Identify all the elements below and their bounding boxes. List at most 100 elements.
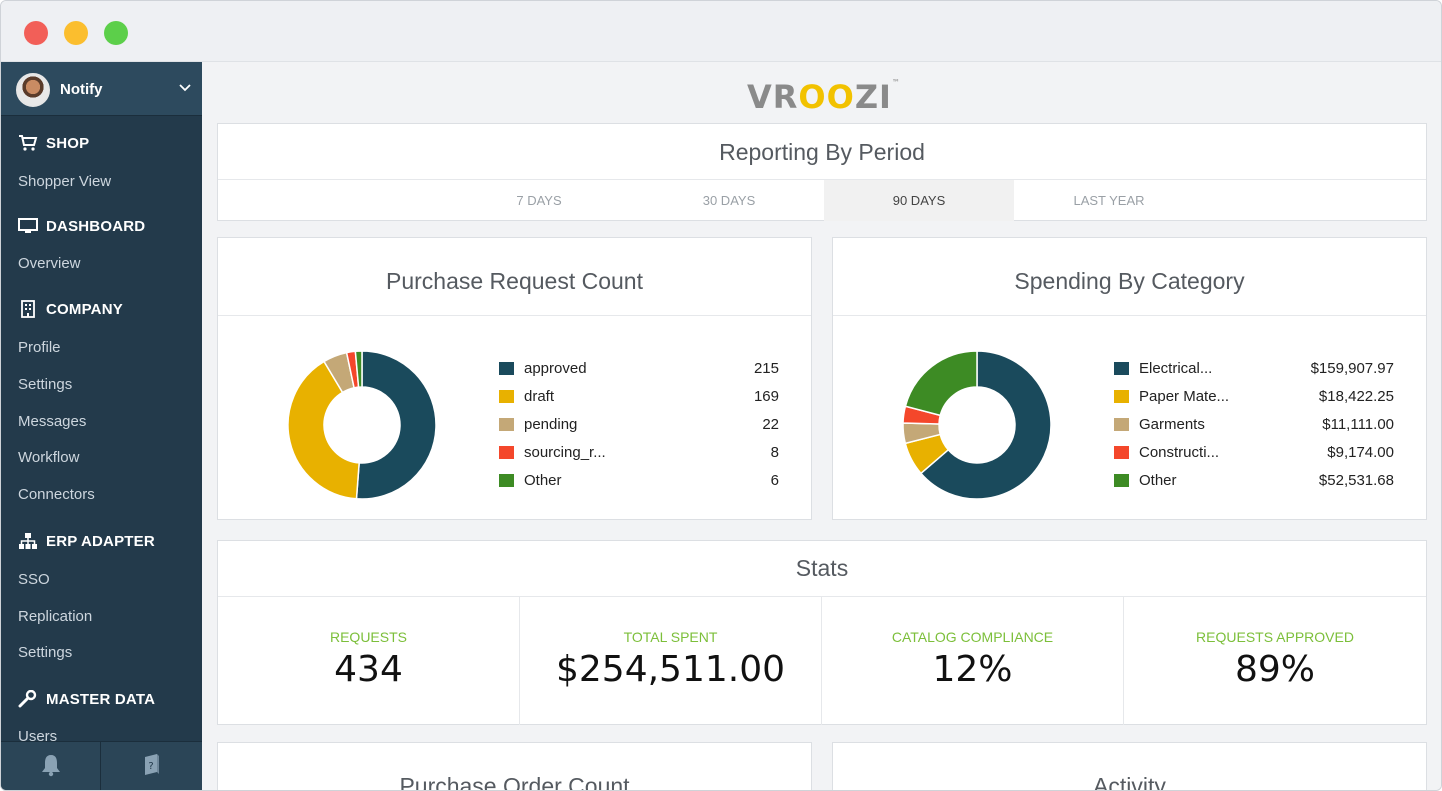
sidebar-item-shopper-view[interactable]: Shopper View [18,173,111,190]
legend-item[interactable]: sourcing_r... [499,444,606,461]
cart-icon [18,134,38,152]
legend-item[interactable]: Constructi... [1114,444,1219,461]
legend-value: $9,174.00 [1327,444,1394,461]
activity-title: Activity [1093,773,1166,791]
tab-90-days[interactable]: 90 DAYS [824,180,1014,221]
legend-swatch [1114,390,1129,403]
legend-swatch [1114,418,1129,431]
stat-requests-approved: REQUESTS APPROVED 89% [1124,597,1426,725]
sidebar-item-connectors[interactable]: Connectors [18,486,95,503]
legend-item[interactable]: Other [499,472,562,489]
tab-30-days[interactable]: 30 DAYS [634,180,824,221]
legend-label: pending [524,416,578,433]
legend-value: 215 [753,360,779,377]
sidebar: Notify SHOP Shopper View DASHBOARD Overv… [1,62,202,790]
avatar [16,73,50,107]
sidebar-section-label: ERP ADAPTER [46,532,155,550]
stat-value: 434 [334,649,403,690]
sidebar-section-dashboard[interactable]: DASHBOARD [18,217,145,235]
stat-catalog-compliance: CATALOG COMPLIANCE 12% [822,597,1124,725]
legend-swatch [499,418,514,431]
sidebar-section-erp-adapter[interactable]: ERP ADAPTER [18,532,155,550]
monitor-icon [18,217,38,235]
spending-donut-chart [902,350,1052,500]
legend-swatch [499,474,514,487]
svg-text:?: ? [148,761,153,772]
sidebar-section-master-data[interactable]: MASTER DATA [18,689,155,708]
tab-7-days[interactable]: 7 DAYS [444,180,634,221]
stat-value: 12% [932,649,1013,690]
stat-label: TOTAL SPENT [623,629,718,645]
legend-value: $11,111.00 [1322,416,1394,433]
legend-label: Paper Mate... [1139,388,1230,405]
sidebar-section-label: SHOP [46,134,90,152]
purchase-request-card: Purchase Request Count approved 215 draft 1… [217,237,812,520]
stat-requests: REQUESTS 434 [218,597,520,725]
sidebar-item-overview[interactable]: Overview [18,255,81,272]
sidebar-item-workflow[interactable]: Workflow [18,449,79,466]
tab-last-year[interactable]: LAST YEAR [1014,180,1204,221]
sidebar-item-settings[interactable]: Settings [18,376,72,393]
legend-item[interactable]: Paper Mate... [1114,388,1229,405]
sidebar-section-shop[interactable]: SHOP [18,134,89,152]
legend-label: Garments [1139,416,1205,433]
legend-item[interactable]: approved [499,360,587,377]
purchase-order-card: Purchase Order Count [217,742,812,790]
legend-label: sourcing_r... [524,444,606,461]
user-name: Notify [60,81,103,98]
purchase-request-title: Purchase Request Count [386,268,643,294]
notifications-button[interactable] [1,742,101,790]
sidebar-item-messages[interactable]: Messages [18,413,86,430]
legend-label: Electrical... [1139,360,1213,377]
legend-label: Other [1139,472,1177,489]
stat-label: REQUESTS APPROVED [1196,629,1354,645]
donut-slice-4[interactable] [904,350,978,417]
bell-icon [40,753,62,782]
legend-label: Other [524,472,562,489]
spending-category-card: Spending By Category Electrical... $159,9… [832,237,1427,520]
sidebar-item-replication[interactable]: Replication [18,608,92,625]
legend-value: 8 [770,444,779,461]
legend-item[interactable]: Electrical... [1114,360,1212,377]
sidebar-section-label: COMPANY [46,300,123,318]
sidebar-footer: ? [1,741,202,790]
legend-swatch [499,362,514,375]
legend-item[interactable]: Garments [1114,416,1205,433]
maximize-window-button[interactable] [104,21,128,45]
period-tabs: 7 DAYS 30 DAYS 90 DAYS LAST YEAR [218,180,1426,221]
legend-item[interactable]: pending [499,416,577,433]
stats-title: Stats [795,555,849,581]
legend-swatch [1114,362,1129,375]
main-content: VROOZI™ Reporting By Period 7 DAYS 30 DA… [202,62,1441,791]
building-icon [18,300,38,318]
legend-swatch [1114,474,1129,487]
legend-label: Constructi... [1139,444,1220,461]
wrench-icon [18,689,38,708]
legend-item[interactable]: Other [1114,472,1177,489]
sidebar-item-sso[interactable]: SSO [18,571,50,588]
help-button[interactable]: ? [102,742,202,790]
minimize-window-button[interactable] [64,21,88,45]
spending-title: Spending By Category [1014,268,1245,294]
legend-value: $52,531.68 [1318,472,1394,489]
legend-value: $18,422.25 [1318,388,1394,405]
legend-label: approved [524,360,587,377]
legend-value: 169 [753,388,779,405]
sidebar-section-label: DASHBOARD [46,217,146,235]
reporting-title: Reporting By Period [719,139,925,165]
legend-swatch [1114,446,1129,459]
sidebar-section-company[interactable]: COMPANY [18,300,123,318]
sidebar-item-profile[interactable]: Profile [18,339,61,356]
user-menu[interactable]: Notify [1,62,202,116]
chevron-down-icon[interactable] [179,81,191,95]
sidebar-item-erp-settings[interactable]: Settings [18,644,72,661]
stat-total-spent: TOTAL SPENT $254,511.00 [520,597,822,725]
stat-value: 89% [1234,649,1315,690]
stat-value: $254,511.00 [555,649,786,690]
legend-label: draft [524,388,555,405]
close-window-button[interactable] [24,21,48,45]
reporting-period-card: Reporting By Period 7 DAYS 30 DAYS 90 DA… [217,123,1427,221]
donut-slice-0[interactable] [355,350,437,500]
help-book-icon: ? [143,753,161,782]
legend-item[interactable]: draft [499,388,554,405]
